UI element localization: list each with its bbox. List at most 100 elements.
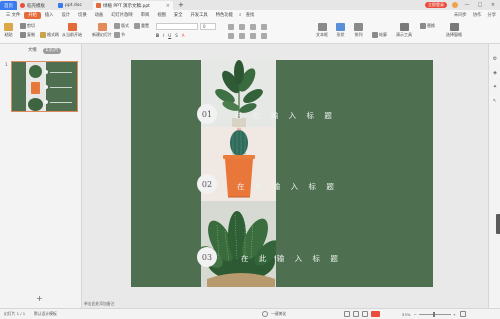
tab-outline[interactable]: 大纲 bbox=[25, 48, 40, 54]
presentation-tools-button[interactable]: 演示工具 bbox=[396, 23, 412, 38]
zoom-in-icon[interactable]: + bbox=[453, 312, 456, 317]
slide-sorter-icon[interactable] bbox=[353, 311, 359, 317]
pointer-icon[interactable]: ↖ bbox=[492, 98, 498, 104]
design-icon[interactable]: ◈ bbox=[492, 70, 498, 76]
play-from-current-button[interactable]: 从当前开始 bbox=[62, 23, 82, 38]
font-name-select[interactable] bbox=[156, 23, 198, 30]
outline-button[interactable]: 轮廓 bbox=[372, 32, 387, 38]
slide-title-1[interactable]: 在 此 输 入 标 题 bbox=[235, 110, 336, 121]
slide-thumbnail[interactable] bbox=[11, 61, 78, 112]
add-slide-icon[interactable]: + bbox=[36, 294, 43, 303]
login-button[interactable]: 立即登录 bbox=[425, 2, 447, 8]
menu-search[interactable]: 查找 bbox=[242, 12, 259, 19]
close-tab-icon[interactable]: × bbox=[166, 3, 170, 9]
section-label: 节 bbox=[121, 32, 125, 37]
maximize-icon[interactable]: □ bbox=[476, 2, 484, 8]
format-painter-button[interactable]: 格式刷 bbox=[40, 32, 59, 38]
align-group bbox=[228, 33, 268, 39]
cut-button[interactable]: 剪切 bbox=[20, 23, 35, 29]
right-tool-strip: ⚙ ◈ ✦ ↖ bbox=[488, 44, 500, 308]
menu-security[interactable]: 安全 bbox=[170, 12, 187, 19]
numbering-icon[interactable] bbox=[239, 24, 245, 30]
layout-button[interactable]: 版式 bbox=[114, 23, 129, 29]
new-slide-button[interactable]: 新建幻灯片 bbox=[92, 23, 112, 38]
menu-slideshow[interactable]: 幻灯片放映 bbox=[107, 12, 136, 19]
menu-design[interactable]: 设计 bbox=[57, 12, 74, 19]
panel-collapse-handle[interactable] bbox=[496, 214, 500, 234]
tab-ppt-doc[interactable]: ppt.doc bbox=[55, 1, 93, 10]
properties-icon[interactable]: ⚙ bbox=[492, 56, 498, 62]
text-box-button[interactable]: 文本框 bbox=[316, 23, 328, 38]
menu-features[interactable]: 特色功能 bbox=[212, 12, 237, 19]
menu-transition[interactable]: 切换 bbox=[74, 12, 91, 19]
sync-status[interactable]: 未同步 bbox=[454, 12, 467, 18]
arrange-button[interactable]: 排列 bbox=[354, 23, 363, 38]
tab-docer[interactable]: 稻壳模板 bbox=[17, 1, 55, 10]
slideshow-play-button[interactable] bbox=[371, 311, 380, 317]
normal-view-icon[interactable] bbox=[344, 311, 350, 317]
zoom-slider-knob[interactable] bbox=[432, 311, 435, 317]
copy-button[interactable]: 复制 bbox=[20, 32, 35, 38]
font-color-icon[interactable]: A bbox=[182, 33, 185, 38]
menu-review[interactable]: 审阅 bbox=[137, 12, 154, 19]
section-button[interactable]: 节 bbox=[114, 32, 125, 38]
menu-animation[interactable]: 动画 bbox=[91, 12, 108, 19]
paste-icon bbox=[4, 23, 13, 31]
slide-title-2[interactable]: 在 此 输 入 标 题 bbox=[237, 181, 338, 192]
line-spacing-icon[interactable] bbox=[261, 24, 267, 30]
align-center-icon[interactable] bbox=[239, 33, 245, 39]
beautify-icon bbox=[262, 311, 268, 317]
notes-area[interactable]: 单击此处添加备注 bbox=[82, 300, 488, 308]
underline-icon[interactable]: U bbox=[168, 33, 171, 38]
animation-icon[interactable]: ✦ bbox=[492, 84, 498, 90]
indent-icon[interactable] bbox=[250, 24, 256, 30]
notes-placeholder: 单击此处添加备注 bbox=[84, 301, 115, 306]
beautify-button[interactable]: 一键美化 bbox=[262, 311, 286, 317]
align-left-icon[interactable] bbox=[228, 33, 234, 39]
slide[interactable]: 01 02 03 在 此 输 入 标 题 在 此 输 入 标 题 在 此 输 入… bbox=[131, 60, 433, 287]
paste-button[interactable]: 粘贴 bbox=[4, 23, 13, 38]
font-size-select[interactable]: 0 bbox=[200, 23, 216, 30]
font-format-group: B I U S A bbox=[156, 33, 184, 38]
menu-file[interactable]: 三 文件 bbox=[2, 12, 24, 19]
replace-button[interactable]: 替换 bbox=[420, 23, 435, 29]
thumbnail-text-line bbox=[50, 72, 72, 73]
fit-window-icon[interactable] bbox=[459, 311, 466, 317]
tab-presentation[interactable]: 绿植 PPT 演示文稿.ppt × bbox=[93, 1, 173, 10]
minimize-icon[interactable]: — bbox=[463, 2, 471, 8]
tab-slides[interactable]: 幻灯片 bbox=[42, 48, 62, 54]
zoom-out-icon[interactable]: − bbox=[413, 312, 416, 317]
thumbnail-dot bbox=[44, 70, 48, 74]
italic-icon[interactable]: I bbox=[163, 33, 164, 38]
bold-icon[interactable]: B bbox=[156, 33, 159, 38]
new-tab-icon[interactable]: + bbox=[178, 1, 184, 10]
number-badge-01: 01 bbox=[197, 104, 217, 124]
menu-view[interactable]: 视图 bbox=[153, 12, 170, 19]
thumbnail-plant-icon bbox=[29, 65, 42, 78]
theme-name[interactable]: 默认设计模板 bbox=[34, 311, 57, 317]
shape-button[interactable]: 形状 bbox=[336, 23, 345, 38]
zoom-level: 53% bbox=[402, 311, 411, 317]
share-button[interactable]: 分享 bbox=[487, 12, 496, 18]
strikethrough-icon[interactable]: S bbox=[175, 33, 178, 38]
justify-icon[interactable] bbox=[261, 33, 267, 39]
menu-developer[interactable]: 开发工具 bbox=[187, 12, 212, 19]
select-pane-button[interactable]: 选择窗格 bbox=[446, 23, 462, 38]
collaborate-button[interactable]: 协作 bbox=[473, 12, 482, 18]
editing-canvas: 01 02 03 在 此 输 入 标 题 在 此 输 入 标 题 在 此 输 入… bbox=[82, 44, 488, 308]
view-buttons bbox=[344, 311, 383, 317]
slide-title-3[interactable]: 在 此 输 入 标 题 bbox=[241, 253, 342, 264]
align-right-icon[interactable] bbox=[250, 33, 256, 39]
zoom-slider[interactable] bbox=[418, 311, 451, 317]
bullets-icon[interactable] bbox=[228, 24, 234, 30]
copy-label: 复制 bbox=[27, 32, 35, 37]
menu-insert[interactable]: 插入 bbox=[41, 12, 58, 19]
close-window-icon[interactable]: × bbox=[489, 2, 497, 8]
cactus-cluster-photo[interactable] bbox=[201, 201, 276, 287]
avatar[interactable] bbox=[452, 2, 458, 8]
number-badge-02: 02 bbox=[197, 174, 217, 194]
reset-button[interactable]: 重置 bbox=[134, 23, 149, 29]
reading-view-icon[interactable] bbox=[362, 311, 368, 317]
tab-home[interactable]: 首页 bbox=[0, 1, 17, 10]
menu-home[interactable]: 开始 bbox=[24, 11, 41, 19]
